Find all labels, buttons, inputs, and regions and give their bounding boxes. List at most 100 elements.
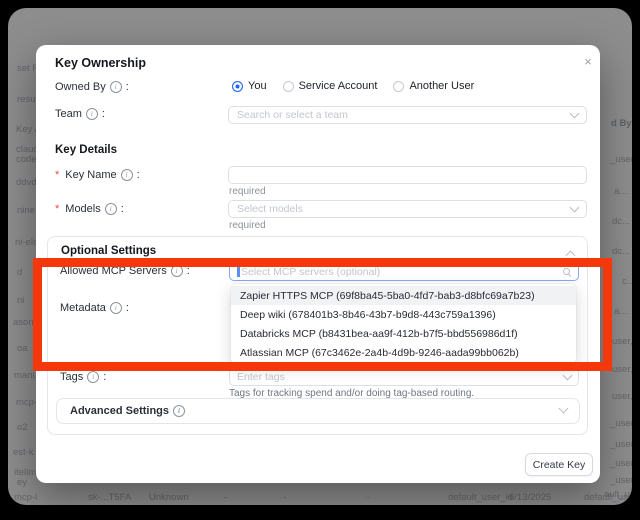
colon: : [126,302,129,314]
radio-icon[interactable] [393,81,404,92]
advanced-settings-label-text: Advanced Settings [70,405,169,417]
required-asterisk: * [55,169,59,181]
background-table-cell: default_user_id [448,492,513,503]
colon: : [103,371,106,383]
advanced-settings-collapsible[interactable]: Advanced Settings i [56,398,580,424]
radio-icon[interactable] [283,81,294,92]
background-column-header: d By [611,118,632,129]
background-table-cell: - [224,492,227,503]
key-details-section-title: Key Details [55,144,117,156]
info-icon[interactable]: i [87,371,99,383]
background-text-fragment: oa [17,343,28,354]
background-text-fragment: c... [622,276,632,287]
colon: : [126,81,129,93]
advanced-settings-label: Advanced Settings i [70,405,185,417]
close-icon[interactable]: × [579,52,597,70]
info-icon[interactable]: i [171,265,183,277]
background-text-fragment: est-k [13,447,34,458]
background-text-fragment: a... [614,186,627,197]
create-key-modal: Key Ownership × Owned By i : You Service… [36,45,600,483]
info-icon[interactable]: i [105,203,117,215]
team-label-text: Team [55,108,82,120]
team-select-placeholder: Search or select a team [237,109,348,121]
background-text-fragment: _user, [610,439,632,450]
owned-by-label: Owned By i : [55,81,129,93]
background-text-fragment: _user, [610,418,632,429]
background-text-fragment: user, [612,364,632,375]
colon: : [187,265,190,277]
chevron-down-icon [563,370,573,380]
info-icon[interactable]: i [86,108,98,120]
mcp-server-option[interactable]: Deep wiki (678401b3-8b46-43b7-b9d8-443c7… [231,305,576,324]
models-required-hint: required [229,220,266,231]
tags-label-text: Tags [60,371,83,383]
create-key-button[interactable]: Create Key [525,453,593,476]
info-icon[interactable]: i [110,302,122,314]
key-name-label: * Key Name i : [55,169,140,181]
owned-by-radio-option[interactable]: Service Account [283,80,378,92]
radio-icon[interactable] [232,81,243,92]
background-table-cell: Unknown [149,492,189,503]
required-asterisk: * [55,203,59,215]
mcp-servers-dropdown: Zapier HTTPS MCP (69f8ba45-5ba0-4fd7-bab… [231,284,576,364]
background-text-fragment: ni-elo [15,237,38,248]
background-text-fragment: _user, [610,475,632,486]
background-text-fragment: user, [612,336,632,347]
info-icon[interactable]: i [173,405,185,417]
owned-by-radio-option[interactable]: You [232,80,267,92]
chevron-down-icon [570,203,580,213]
colon: : [137,169,140,181]
background-text-fragment: ason2 [13,317,39,328]
background-text-fragment: user, [612,391,632,402]
metadata-label-text: Metadata [60,302,106,314]
radio-option-label: Another User [409,80,474,92]
owned-by-radio-option[interactable]: Another User [393,80,474,92]
background-text-fragment: d [17,267,22,278]
background-table-cell: sk-...T5FA [88,492,131,503]
background-text-fragment: dc... [612,246,630,257]
chevron-up-icon[interactable] [566,251,576,261]
background-table-cell: - [283,492,286,503]
key-name-input[interactable] [228,166,587,184]
radio-option-label: You [248,80,267,92]
background-text-fragment: _user, [610,458,632,469]
background-text-fragment: a... [614,306,627,317]
modal-title: Key Ownership [55,56,146,70]
background-text-fragment: ni [17,295,24,306]
mcp-servers-select[interactable]: Select MCP servers (optional) [229,262,579,281]
team-select[interactable]: Search or select a team [228,106,587,124]
background-text-fragment: resul [17,94,38,105]
text-cursor [237,266,240,277]
background-text-fragment: dc... [612,216,630,227]
search-icon [563,268,571,276]
mcp-server-option[interactable]: Atlassian MCP (67c3462e-2a4b-4d9b-9246-a… [231,343,576,362]
models-select-placeholder: Select models [237,203,303,215]
background-text-fragment: o2 [17,422,28,433]
chevron-down-icon [570,109,580,119]
owned-by-radio-group: You Service Account Another User [232,78,474,94]
mcp-server-option[interactable]: Databricks MCP (b8431bea-aa9f-412b-b7f5-… [231,324,576,343]
mcp-select-placeholder: Select MCP servers (optional) [241,266,380,278]
background-text-fragment: ey [17,477,27,488]
info-icon[interactable]: i [121,169,133,181]
radio-option-label: Service Account [299,80,378,92]
background-table-cell: 6/13/2025 [509,492,551,503]
mcp-server-option[interactable]: Zapier HTTPS MCP (69f8ba45-5ba0-4fd7-bab… [231,286,576,305]
key-name-required-hint: required [229,186,266,197]
tags-select-placeholder: Enter tags [237,371,285,383]
mcp-label-text: Allowed MCP Servers [60,265,167,277]
allowed-mcp-servers-label: Allowed MCP Servers i : [60,265,190,277]
chevron-down-icon [559,404,569,414]
tags-select[interactable]: Enter tags [229,367,579,386]
optional-settings-title: Optional Settings [61,245,156,257]
background-text-fragment: set F [17,63,38,74]
background-text-fragment: manu [14,370,38,381]
background-text-fragment: ddvd [16,177,37,188]
info-icon[interactable]: i [110,81,122,93]
metadata-label: Metadata i : [60,302,129,314]
models-label-text: Models [65,203,100,215]
background-text-fragment: nine [17,205,35,216]
background-table-cell: - [367,492,370,503]
models-select[interactable]: Select models [228,200,587,218]
background-table-cell: default_user, [584,492,632,503]
